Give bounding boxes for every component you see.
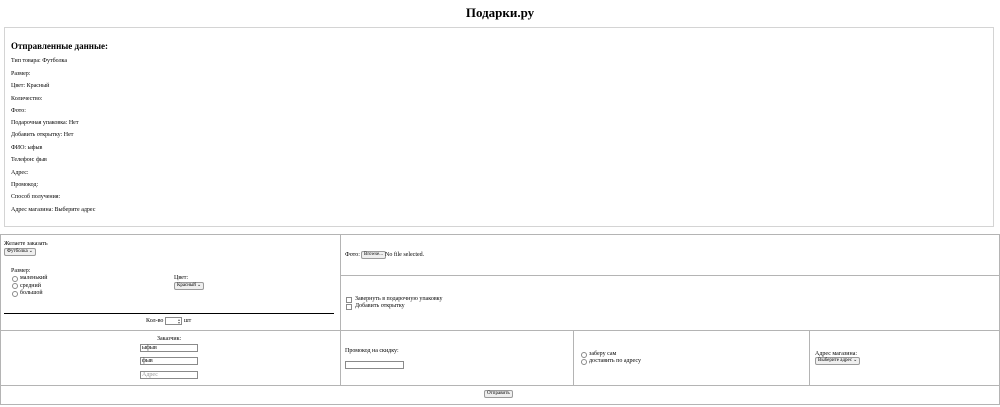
page-title: Подарки.ру: [465, 5, 535, 20]
size-radio-large[interactable]: [12, 291, 18, 297]
sent-line-gift-wrap: Подарочная упаковка: Нет: [11, 120, 79, 126]
name-field[interactable]: ыфыв: [140, 344, 198, 352]
sent-line-color: Цвет: Красный: [11, 83, 50, 89]
sent-line-promo: Промокод:: [11, 182, 39, 188]
address-field-placeholder: Адрес: [142, 372, 158, 378]
sent-line-delivery: Способ получения:: [11, 194, 61, 200]
sent-line-photo: Фото:: [11, 108, 26, 114]
sent-line-address: Адрес:: [11, 170, 29, 176]
chevron-down-icon: ⌄: [853, 358, 858, 363]
browse-button[interactable]: Browse...: [361, 251, 387, 259]
pickup-label: заберу сам: [589, 351, 617, 357]
add-card-label: Добавить открытку: [355, 303, 405, 309]
product-select[interactable]: Футболка⌄: [4, 248, 36, 256]
color-label: Цвет:: [174, 275, 189, 281]
delivery-radio[interactable]: [581, 359, 587, 365]
order-divider: [4, 313, 334, 314]
size-radio-small[interactable]: [12, 276, 18, 282]
size-label: Размер:: [11, 268, 31, 274]
color-select[interactable]: Красный⌄: [174, 282, 205, 290]
store-select[interactable]: Выберите адрес⌄: [815, 357, 861, 365]
promo-cell: [340, 330, 574, 386]
size-radio-medium[interactable]: [12, 283, 18, 289]
promo-label: Промокод на скидку:: [345, 348, 399, 354]
size-option-medium: средний: [20, 283, 41, 289]
add-card-checkbox[interactable]: [346, 304, 352, 310]
extras-cell: [340, 275, 1000, 331]
delivery-label: доставить по адресу: [589, 358, 641, 364]
sent-line-card: Добавить открытку: Нет: [11, 132, 74, 138]
gift-wrap-label: Завернуть в подарочную упаковку: [355, 296, 443, 302]
sent-line-name: ФИО: ыфыв: [11, 145, 43, 151]
submitted-data-heading: Отправленные данные:: [11, 41, 108, 51]
sent-line-phone: Телефон: фыв: [11, 157, 47, 163]
photo-label: Фото:: [345, 252, 360, 258]
quantity-label: Кол-во: [146, 318, 164, 324]
size-option-large: большой: [20, 290, 43, 296]
phone-field[interactable]: фыв: [140, 357, 198, 365]
product-select-value: Футболка: [7, 249, 28, 254]
file-status: No file selected.: [385, 252, 425, 258]
quantity-stepper[interactable]: ▴ ▾: [165, 317, 182, 325]
spinner-arrows-icon: ▴ ▾: [177, 317, 180, 325]
chevron-down-icon: ⌄: [196, 283, 202, 288]
photo-cell: [340, 234, 1000, 276]
phone-field-value: фыв: [142, 358, 153, 364]
chevron-down-icon: ⌄: [28, 249, 33, 254]
color-select-value: Красный: [177, 283, 196, 288]
store-select-value: Выберите адрес: [818, 358, 853, 363]
customer-label: Заказчик:: [157, 336, 182, 342]
product-label: Желаете заказать: [4, 241, 48, 247]
sent-line-quantity: Количество:: [11, 96, 43, 102]
address-field[interactable]: Адрес: [140, 371, 198, 379]
promo-input[interactable]: [345, 361, 404, 369]
sent-line-store: Адрес магазина: Выберите адрес: [11, 207, 96, 213]
submit-button[interactable]: Отправить: [484, 390, 513, 398]
quantity-unit: шт: [184, 318, 192, 324]
pickup-radio[interactable]: [581, 352, 587, 358]
size-option-small: маленький: [20, 275, 48, 281]
submitted-data-panel: [4, 27, 994, 227]
name-field-value: ыфыв: [142, 345, 157, 351]
sent-line-product: Тип товара: Футболка: [11, 58, 68, 64]
sent-line-size: Размер:: [11, 71, 31, 77]
gift-wrap-checkbox[interactable]: [346, 297, 352, 303]
